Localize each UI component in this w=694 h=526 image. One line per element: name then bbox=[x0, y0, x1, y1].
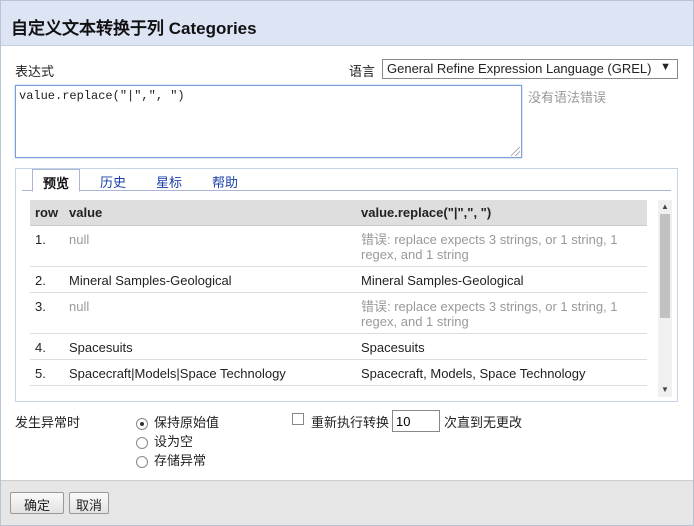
row-number: 4. bbox=[30, 333, 64, 360]
reapply-suffix-label: 次直到无更改 bbox=[444, 415, 523, 430]
table-row: 2. Mineral Samples-Geological Mineral Sa… bbox=[30, 266, 647, 293]
dialog-title: 自定义文本转换于列 Categories bbox=[11, 19, 257, 38]
cancel-button[interactable]: 取消 bbox=[69, 492, 109, 514]
syntax-status: 没有语法错误 bbox=[528, 90, 607, 105]
radio-label: 存储异常 bbox=[154, 453, 207, 468]
row-result: Mineral Samples-Geological bbox=[356, 266, 647, 293]
scroll-up-arrow-icon[interactable]: ▲ bbox=[658, 200, 672, 214]
column-header-row: row bbox=[30, 200, 64, 226]
row-result: 错误: replace expects 3 strings, or 1 stri… bbox=[356, 292, 647, 334]
transform-dialog: 自定义文本转换于列 Categories 表达式 语言 General Refi… bbox=[0, 0, 694, 526]
column-header-result: value.replace("|",", ") bbox=[356, 200, 647, 226]
row-number: 2. bbox=[30, 266, 64, 293]
table-header-row: row value value.replace("|",", ") bbox=[30, 200, 647, 226]
tab-starred[interactable]: 星标 bbox=[146, 169, 192, 191]
preview-table: row value value.replace("|",", ") 1. nul… bbox=[30, 200, 647, 386]
scrollbar-thumb[interactable] bbox=[660, 214, 670, 318]
expression-label: 表达式 bbox=[15, 64, 55, 79]
reapply-label: 重新执行转换 bbox=[311, 415, 390, 430]
radio-label: 设为空 bbox=[154, 434, 194, 449]
tab-strip: 预览 历史 星标 帮助 bbox=[22, 169, 671, 192]
row-number: 1. bbox=[30, 225, 64, 267]
tab-help[interactable]: 帮助 bbox=[202, 169, 248, 191]
expression-text: value.replace("|",", ") bbox=[19, 89, 185, 103]
row-result: Spacecraft, Models, Space Technology bbox=[356, 359, 647, 386]
row-value: null bbox=[64, 292, 356, 334]
preview-scrollbar[interactable]: ▲ ▼ bbox=[658, 200, 672, 397]
expression-input[interactable]: value.replace("|",", ") bbox=[15, 85, 522, 158]
dialog-title-bar: 自定义文本转换于列 Categories bbox=[1, 1, 693, 46]
row-value: Mineral Samples-Geological bbox=[64, 266, 356, 293]
language-selected-value: General Refine Expression Language (GREL… bbox=[387, 61, 652, 76]
radio-keep-original[interactable]: 保持原始值 bbox=[136, 412, 219, 430]
on-error-label: 发生异常时 bbox=[15, 415, 81, 430]
row-number: 5. bbox=[30, 359, 64, 386]
preview-grid: row value value.replace("|",", ") 1. nul… bbox=[30, 200, 661, 395]
table-row: 3. null 错误: replace expects 3 strings, o… bbox=[30, 292, 647, 334]
radio-store-error[interactable]: 存储异常 bbox=[136, 450, 206, 468]
language-select[interactable]: General Refine Expression Language (GREL… bbox=[382, 59, 678, 79]
radio-set-blank[interactable]: 设为空 bbox=[136, 431, 193, 449]
row-value: Spacesuits bbox=[64, 333, 356, 360]
resize-grip-icon[interactable] bbox=[511, 147, 520, 156]
radio-label: 保持原始值 bbox=[154, 415, 220, 430]
radio-button[interactable] bbox=[136, 455, 148, 468]
language-label: 语言 bbox=[349, 64, 376, 79]
dropdown-arrow-icon: ▼ bbox=[660, 61, 671, 73]
radio-button-checked[interactable] bbox=[136, 417, 148, 430]
tab-history[interactable]: 历史 bbox=[90, 169, 136, 191]
column-header-value: value bbox=[64, 200, 356, 226]
table-row: 4. Spacesuits Spacesuits bbox=[30, 333, 647, 360]
row-number: 3. bbox=[30, 292, 64, 334]
table-row: 1. null 错误: replace expects 3 strings, o… bbox=[30, 225, 647, 267]
scroll-down-arrow-icon[interactable]: ▼ bbox=[658, 383, 672, 397]
reapply-checkbox[interactable] bbox=[292, 413, 304, 425]
table-row: 5. Spacecraft|Models|Space Technology Sp… bbox=[30, 359, 647, 386]
row-result: Spacesuits bbox=[356, 333, 647, 360]
dialog-footer: 确定 取消 bbox=[1, 480, 693, 525]
ok-button[interactable]: 确定 bbox=[10, 492, 64, 514]
reapply-times-input[interactable] bbox=[392, 410, 440, 432]
row-result: 错误: replace expects 3 strings, or 1 stri… bbox=[356, 225, 647, 267]
tab-preview[interactable]: 预览 bbox=[32, 169, 80, 192]
row-value: Spacecraft|Models|Space Technology bbox=[64, 359, 356, 386]
row-value: null bbox=[64, 225, 356, 267]
radio-button[interactable] bbox=[136, 436, 148, 449]
tabs-panel: 预览 历史 星标 帮助 row value value.replace("|",… bbox=[15, 168, 678, 402]
